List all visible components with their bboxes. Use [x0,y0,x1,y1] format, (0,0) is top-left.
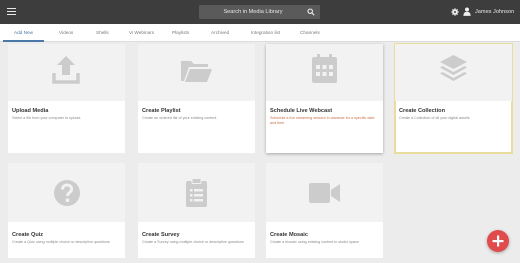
card-description: Schedule a live streaming session in adv… [270,116,375,125]
tab-bar: Add New Videos Shells Vi Webinars Playli… [0,24,520,42]
schedule-live-webcast-card[interactable]: Schedule Live Webcast Schedule a live st… [266,44,383,153]
create-collection-card[interactable]: Create Collection Create a Collection of… [394,43,513,154]
clipboard-icon [186,178,207,207]
card-media [8,44,125,101]
card-media [395,44,512,101]
create-quiz-card[interactable]: Create Quiz Create a Quiz using multiple… [8,163,125,258]
card-title: Upload Media [12,108,49,114]
card-title: Create Mosaic [270,232,308,238]
card-description: Create a Quiz using multiple choice or d… [12,240,110,244]
upload-media-card[interactable]: Upload Media Select a file from your com… [8,44,125,153]
tab-channels[interactable]: Channels [300,24,320,42]
stack-icon [440,55,467,81]
menu-icon[interactable] [7,8,16,15]
card-media [266,163,383,222]
card-description: Create a Collection of all your digital … [399,116,470,120]
top-bar: Search in Media Library James Johnson [0,0,520,24]
search-input-label: Search in Media Library [223,9,283,15]
gear-icon[interactable] [451,8,459,16]
create-survey-card[interactable]: Create Survey Create a Survey using mult… [138,163,255,258]
search-input[interactable]: Search in Media Library [199,5,320,19]
upload-icon [52,56,80,84]
card-description: Create a Survey using multiple choice or… [142,240,244,244]
active-tab-indicator [3,39,44,42]
create-mosaic-card[interactable]: Create Mosaic Create a mosaic using exis… [266,163,383,258]
add-button[interactable] [487,230,509,252]
user-name[interactable]: James Johnson [475,0,514,24]
card-media [138,163,255,222]
plus-icon [492,235,504,247]
tab-videos[interactable]: Videos [59,24,73,42]
card-media [8,163,125,222]
tab-playlists[interactable]: Playlists [172,24,189,42]
card-title: Create Quiz [12,232,44,238]
card-description: Select a file from your computer to uplo… [12,116,82,120]
folder-icon [181,61,212,82]
card-media [266,44,383,101]
card-title: Create Survey [142,232,180,238]
card-title: Create Collection [399,108,446,114]
card-description: Create a mosaic using existing content i… [270,240,359,244]
calendar-icon [312,54,337,83]
tab-vi-webinars[interactable]: Vi Webinars [129,24,154,42]
user-icon[interactable] [463,7,471,16]
card-media [138,44,255,101]
create-playlist-card[interactable]: Create Playlist Create an ordered list o… [138,44,255,153]
card-title: Schedule Live Webcast [270,108,333,114]
tab-archived[interactable]: Archived [211,24,229,42]
search-icon[interactable] [307,8,315,16]
question-icon [54,180,80,206]
card-description: Create an ordered list of your existing … [142,116,217,120]
card-title: Create Playlist [142,108,181,114]
video-camera-icon [309,183,340,203]
tab-integration-list[interactable]: Integration list [251,24,280,42]
tab-shells[interactable]: Shells [96,24,109,42]
